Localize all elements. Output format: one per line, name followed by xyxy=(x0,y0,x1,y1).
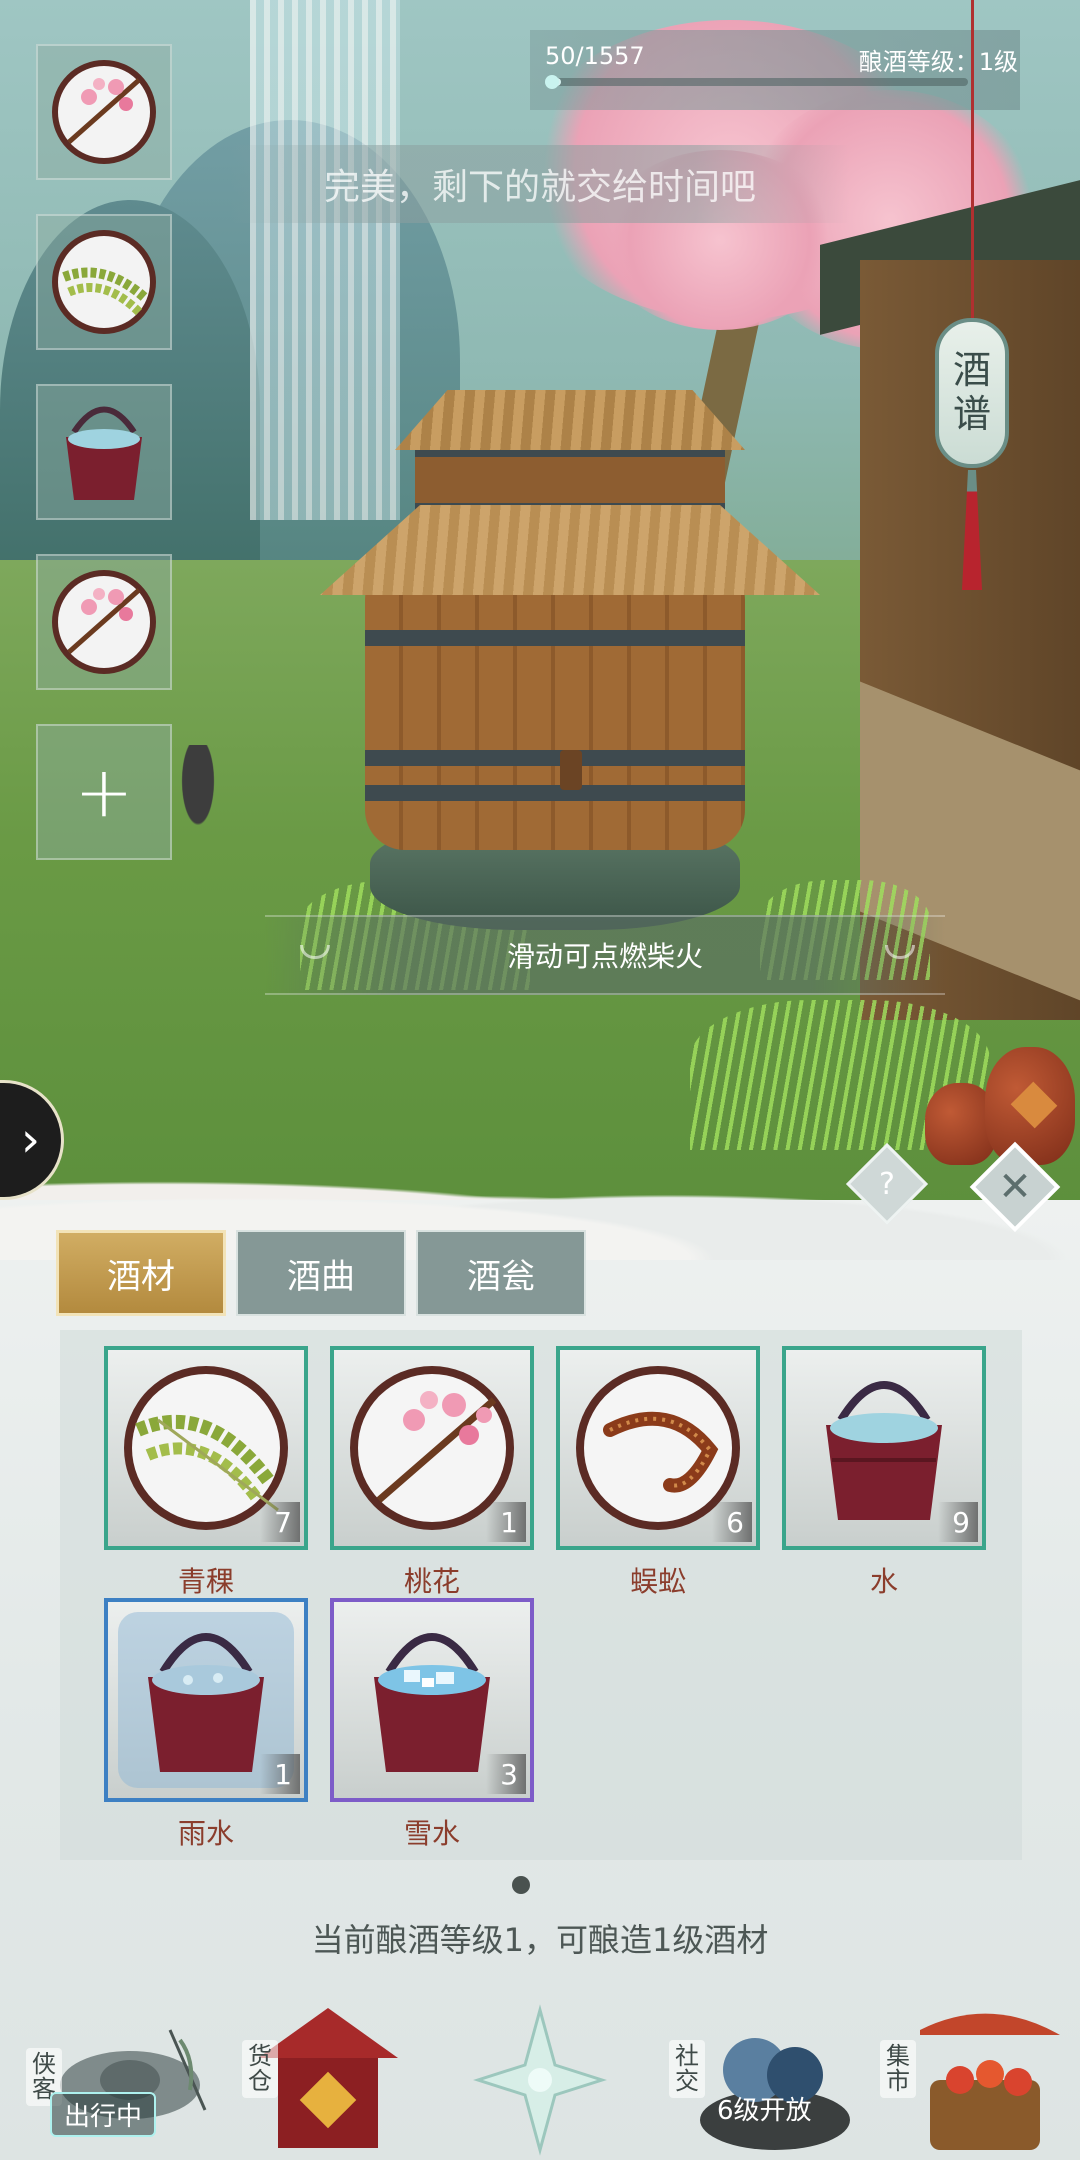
barrel-lid-lower xyxy=(320,505,820,595)
item-name: 雪水 xyxy=(403,1817,460,1850)
experience-progress-marker xyxy=(545,75,559,89)
close-icon: ✕ xyxy=(998,1164,1032,1210)
item-count: 9 xyxy=(938,1502,978,1542)
ignite-fire-slider[interactable]: 滑动可点燃柴火 xyxy=(265,915,945,995)
nav-home[interactable] xyxy=(470,2000,610,2160)
barrel-lid-upper xyxy=(395,390,745,450)
inventory-item-water[interactable]: 9 xyxy=(782,1346,986,1550)
item-count: 3 xyxy=(486,1754,526,1794)
nav-label: 集市 xyxy=(880,2040,916,2099)
brewing-level-label: 酿酒等级：1级 xyxy=(858,48,1018,76)
recipe-book-button[interactable]: 酒 谱 xyxy=(935,318,1009,468)
question-icon: ? xyxy=(879,1166,895,1202)
inventory-item-rain-water[interactable]: 1 xyxy=(104,1598,308,1802)
barrel-body xyxy=(365,560,745,850)
tab-ingredients[interactable]: 酒材 xyxy=(56,1230,226,1316)
add-ingredient-slot[interactable]: + xyxy=(36,724,172,860)
nav-label: 社交 xyxy=(669,2040,705,2099)
experience-progress-text: 50/1557 xyxy=(545,42,645,70)
page-indicator xyxy=(512,1876,530,1894)
item-name: 桃花 xyxy=(403,1565,460,1598)
barrel-spout xyxy=(560,750,582,790)
plus-icon: + xyxy=(74,751,134,833)
water-bucket-icon xyxy=(66,406,142,500)
added-ingredient-slot[interactable] xyxy=(36,384,172,520)
brewing-level-note: 当前酿酒等级1，可酿造1级酒材 xyxy=(311,1921,769,1959)
nav-warehouse[interactable]: 货仓 xyxy=(238,2000,418,2160)
inventory-item-peach-blossom[interactable]: 1 xyxy=(330,1346,534,1550)
compass-star-icon xyxy=(473,2004,607,2156)
brewing-barrel[interactable] xyxy=(320,390,820,930)
experience-progress-bar xyxy=(545,75,968,89)
item-name: 雨水 xyxy=(177,1817,234,1850)
recipe-button-char: 谱 xyxy=(952,392,991,436)
item-count: 1 xyxy=(486,1502,526,1542)
item-count: 1 xyxy=(260,1754,300,1794)
tab-yeast[interactable]: 酒曲 xyxy=(236,1230,406,1316)
nav-heroes[interactable]: 侠客 出行中 xyxy=(20,2000,220,2160)
recipe-button-char: 酒 xyxy=(952,348,991,393)
item-count: 6 xyxy=(712,1502,752,1542)
inventory-item-centipede[interactable]: 6 xyxy=(556,1346,760,1550)
status-badge: 出行中 xyxy=(50,2092,157,2137)
added-ingredient-slot[interactable] xyxy=(36,554,172,690)
added-ingredient-slot[interactable] xyxy=(36,44,172,180)
added-ingredient-slot[interactable] xyxy=(36,214,172,350)
nav-label: 货仓 xyxy=(242,2040,278,2099)
nav-social[interactable]: 社交 6级开放 xyxy=(665,2000,855,2160)
item-count: 7 xyxy=(260,1502,300,1542)
peach-blossom-icon xyxy=(52,60,156,164)
status-message: 完美，剩下的就交给时间吧 xyxy=(230,145,850,223)
inventory-item-barley[interactable]: 7 xyxy=(104,1346,308,1550)
item-name: 蜈蚣 xyxy=(629,1565,686,1598)
chicken xyxy=(178,745,218,835)
inventory-item-snow-water[interactable]: 3 xyxy=(330,1598,534,1802)
status-badge: 6级开放 xyxy=(717,2096,812,2126)
item-name: 青稞 xyxy=(177,1565,234,1598)
nav-market[interactable]: 集市 xyxy=(880,2000,1070,2160)
item-name: 水 xyxy=(869,1565,898,1598)
peach-blossom-icon xyxy=(52,570,156,674)
hanging-rope xyxy=(971,0,974,320)
ingredient-tabs: 酒材 酒曲 酒瓮 xyxy=(56,1230,586,1316)
barley-icon xyxy=(52,230,156,334)
barrel-middle xyxy=(415,445,725,515)
tab-wine-jar[interactable]: 酒瓮 xyxy=(416,1230,586,1316)
